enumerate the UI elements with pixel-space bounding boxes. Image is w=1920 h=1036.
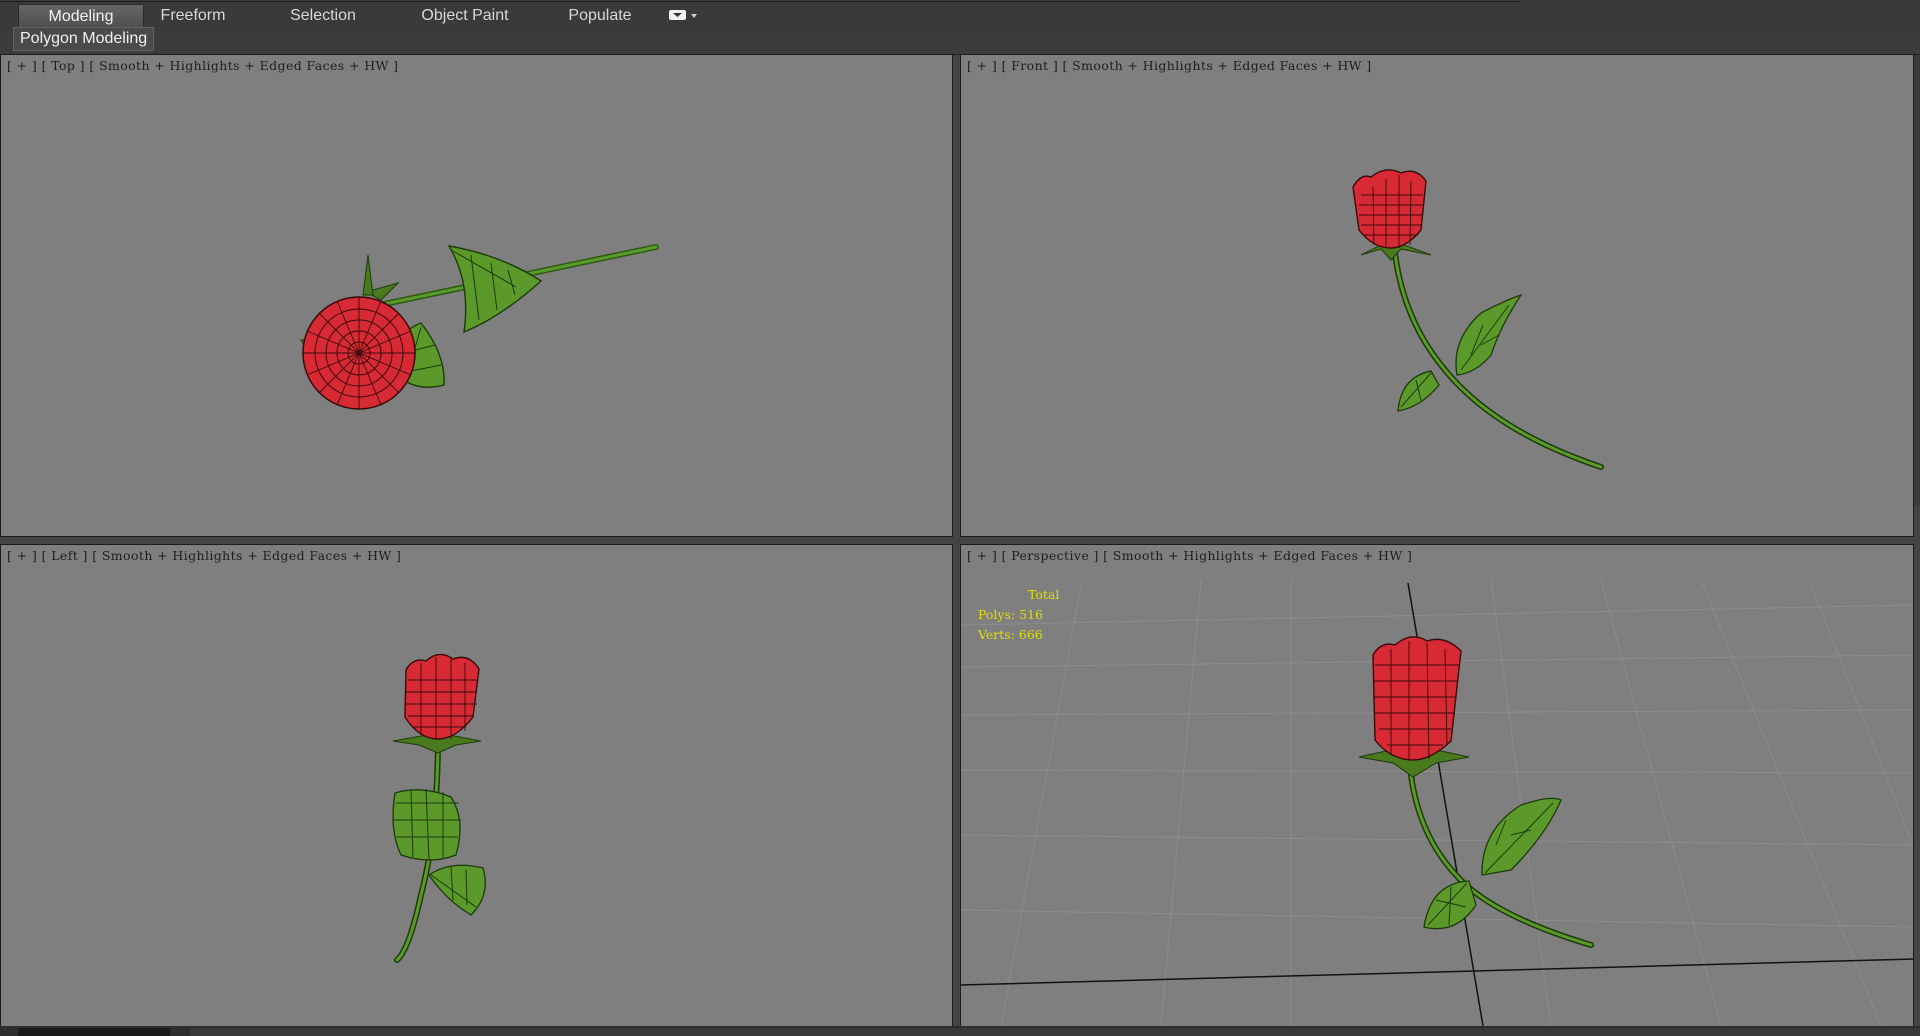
viewport-front[interactable]: [ + ] [ Front ] [ Smooth + Highlights + … [960,54,1914,537]
tab-freeform[interactable]: Freeform [148,4,238,27]
tab-populate[interactable]: Populate [555,4,645,27]
rose-model-perspective-view [961,579,1913,1026]
ribbon-options-dropdown[interactable] [668,8,700,22]
viewport-left[interactable]: [ + ] [ Left ] [ Smooth + Highlights + E… [0,544,953,1027]
viewport-top[interactable]: [ + ] [ Top ] [ Smooth + Highlights + Ed… [0,54,953,537]
ribbon-top-line [0,1,1520,2]
rose-model-left-view [392,653,486,963]
tab-modeling[interactable]: Modeling [18,4,144,28]
ribbon-tab-bar: Modeling Freeform Selection Object Paint… [0,0,1920,32]
tab-object-paint[interactable]: Object Paint [410,4,520,27]
tab-selection[interactable]: Selection [278,4,368,27]
time-slider[interactable] [18,1028,170,1036]
rose-model-top-view [300,244,659,410]
bottom-status-bar [0,1026,1920,1036]
ribbon-options-icon [669,10,697,20]
ribbon-panel-row [0,31,1920,55]
rose-model-front-view [1352,169,1604,470]
viewport-perspective[interactable]: [ + ] [ Perspective ] [ Smooth + Highlig… [960,544,1914,1027]
track-bar[interactable] [190,1028,1920,1036]
polygon-modeling-button[interactable]: Polygon Modeling [13,27,155,51]
